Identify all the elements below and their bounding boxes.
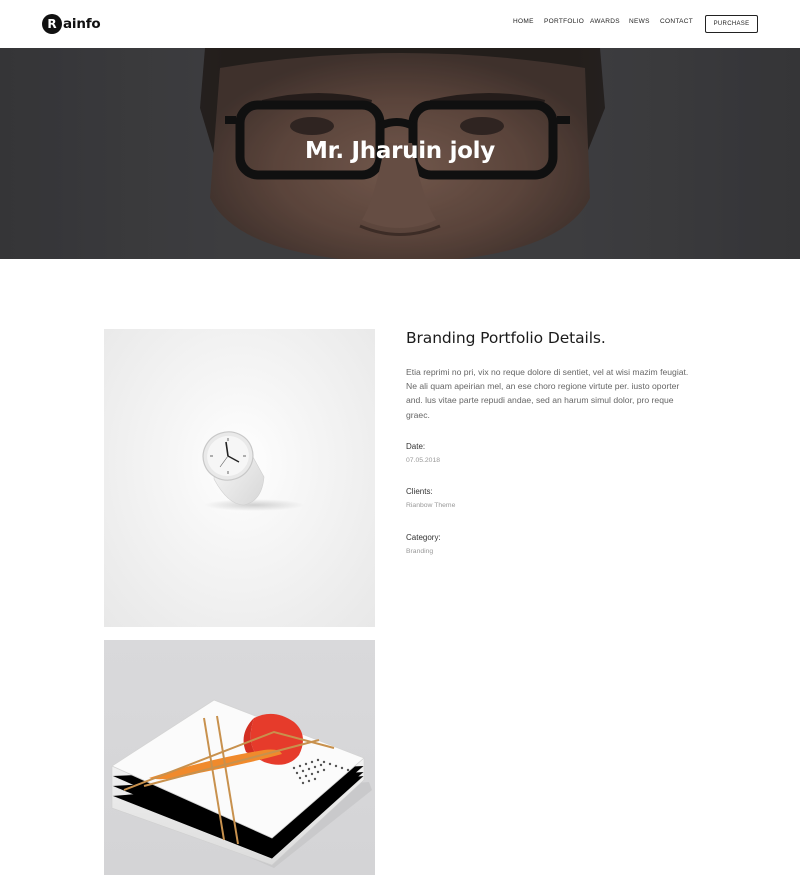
- meta-value: Rianbow Theme: [406, 502, 456, 509]
- stationery-illustration: [111, 699, 372, 868]
- meta-label: Category:: [406, 533, 441, 542]
- nav-item-news[interactable]: NEWS: [629, 18, 650, 25]
- details-description: Etia reprimi no pri, vix no reque dolore…: [406, 367, 689, 420]
- main-nav: HOME PORTFOLIO AWARDS NEWS CONTACT: [0, 18, 800, 30]
- meta-value: 07.05.2018: [406, 457, 441, 464]
- hero-banner: Mr. Jharuin joly: [0, 48, 800, 259]
- meta-value: Branding: [406, 548, 434, 555]
- meta-label: Date:: [406, 442, 426, 451]
- nav-item-awards[interactable]: AWARDS: [590, 18, 620, 25]
- site-header: R ainfo HOME PORTFOLIO AWARDS NEWS CONTA…: [0, 0, 800, 48]
- portfolio-image-clock[interactable]: [104, 329, 375, 627]
- nav-item-portfolio[interactable]: PORTFOLIO: [544, 18, 584, 25]
- hero-title: Mr. Jharuin joly: [305, 138, 495, 164]
- portfolio-image-stationery[interactable]: [104, 640, 375, 875]
- details-title: Branding Portfolio Details.: [406, 329, 606, 347]
- meta-category: Category: Branding: [406, 533, 441, 555]
- meta-clients: Clients: Rianbow Theme: [406, 487, 455, 509]
- clock-illustration: [202, 431, 304, 511]
- nav-item-contact[interactable]: CONTACT: [660, 18, 693, 25]
- meta-date: Date: 07.05.2018: [406, 442, 440, 464]
- portfolio-details: Branding Portfolio Details. Etia reprimi…: [406, 329, 696, 555]
- purchase-button[interactable]: PURCHASE: [705, 15, 758, 33]
- meta-label: Clients:: [406, 487, 433, 496]
- nav-item-home[interactable]: HOME: [513, 18, 534, 25]
